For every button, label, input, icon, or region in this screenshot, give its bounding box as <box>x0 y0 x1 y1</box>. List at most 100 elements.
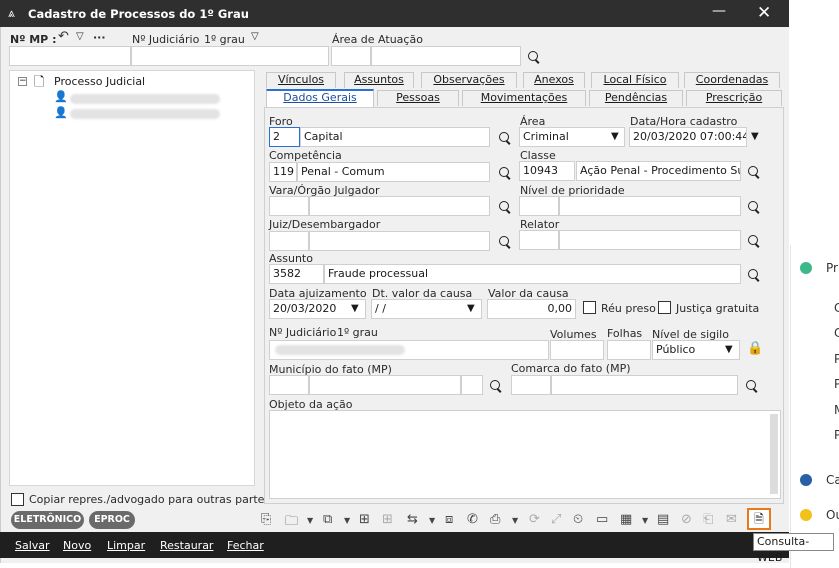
chevron-down-icon[interactable]: ▽ <box>76 30 84 44</box>
foro-code-input[interactable]: 2 <box>269 127 300 147</box>
limpar-button[interactable]: Limpar <box>107 539 145 552</box>
area-atuacao-code-input[interactable] <box>331 46 371 66</box>
juiz-name-input[interactable] <box>309 231 490 251</box>
novo-button[interactable]: Novo <box>63 539 91 552</box>
tree-root-label[interactable]: Processo Judicial <box>54 75 145 88</box>
calendar-icon[interactable]: ▦ <box>620 512 632 527</box>
eproc-badge[interactable]: EPROC <box>89 511 135 529</box>
chevron-down-icon[interactable]: ▼ <box>467 303 475 314</box>
main-window: Nº MP : ↶ ▽ ··· Nº Judiciário 1º grau ▽ … <box>0 27 789 563</box>
tab-pessoas[interactable]: Pessoas <box>377 90 459 106</box>
folder-icon[interactable]: 🗀 <box>285 512 298 534</box>
collapse-icon[interactable]: − <box>18 77 27 86</box>
chevron-down-icon[interactable]: ▼ <box>344 516 350 525</box>
classe-name-input[interactable]: Ação Penal - Procedimento Sum <box>576 161 741 181</box>
tab-assuntos[interactable]: Assuntos <box>344 72 414 88</box>
area-atuacao-input[interactable] <box>371 46 521 66</box>
nivel-prioridade-code-input[interactable] <box>519 196 559 216</box>
printer-icon[interactable]: ⎙ <box>490 512 500 527</box>
chevron-down-icon[interactable]: ▼ <box>751 131 759 142</box>
njud-header-input[interactable] <box>131 46 329 66</box>
chevron-down-icon[interactable]: ▼ <box>725 344 733 355</box>
search-icon[interactable] <box>489 379 503 393</box>
hierarchy-icon[interactable]: ⧉ <box>323 512 332 527</box>
municipio-code-input[interactable] <box>269 375 309 395</box>
objeto-textarea[interactable] <box>269 410 781 499</box>
chevron-down-icon[interactable]: ▼ <box>512 516 518 525</box>
search-icon[interactable] <box>747 234 761 248</box>
tab-prescricao[interactable]: Prescrição <box>686 90 782 106</box>
search-icon[interactable] <box>498 166 512 180</box>
classe-code-input[interactable]: 10943 <box>519 161 575 181</box>
copiar-checkbox[interactable] <box>11 493 24 506</box>
calendar-add-icon[interactable]: ▤ <box>657 512 669 527</box>
add-document-icon[interactable]: ⎘ <box>261 512 271 527</box>
restaurar-button[interactable]: Restaurar <box>160 539 213 552</box>
chevron-down-icon[interactable]: ▽ <box>251 30 259 44</box>
folhas-input[interactable] <box>607 340 651 360</box>
tab-vinculos[interactable]: Vínculos <box>266 72 336 88</box>
chevron-down-icon[interactable]: ▼ <box>642 516 648 525</box>
link-icon[interactable]: ⊞ <box>359 512 370 527</box>
textarea-scrollbar[interactable] <box>770 414 778 494</box>
chevron-down-icon[interactable]: ▼ <box>429 516 435 525</box>
tab-movimentacoes[interactable]: Movimentações <box>462 90 586 106</box>
competencia-name-input[interactable]: Penal - Comum <box>297 162 490 182</box>
tree-child-blurred[interactable] <box>70 109 220 119</box>
screen-icon[interactable]: ▭ <box>596 512 608 527</box>
fechar-button[interactable]: Fechar <box>227 539 264 552</box>
comarca-name-input[interactable] <box>551 375 738 395</box>
search-icon[interactable] <box>498 131 512 145</box>
minimize-button[interactable]: — <box>712 3 726 19</box>
tab-pendencias[interactable]: Pendências <box>589 90 683 106</box>
search-icon[interactable] <box>527 50 541 64</box>
vara-name-input[interactable] <box>309 196 490 216</box>
municipio-name-input[interactable] <box>309 375 461 395</box>
assunto-code-input[interactable]: 3582 <box>269 264 324 284</box>
juiz-code-input[interactable] <box>269 231 309 251</box>
close-button[interactable]: ✕ <box>757 3 771 23</box>
tab-local-fisico[interactable]: Local Físico <box>591 72 679 88</box>
volumes-input[interactable] <box>550 340 604 360</box>
reu-preso-checkbox[interactable] <box>583 301 596 314</box>
copy-icon[interactable]: ⧈ <box>445 512 453 527</box>
area-select[interactable]: Criminal <box>519 127 625 147</box>
transfer-icon[interactable]: ⇆ <box>407 512 418 527</box>
eletronico-badge[interactable]: ELETRÔNICO <box>11 511 84 529</box>
dt-valor-input[interactable]: / / <box>371 299 482 319</box>
data-cadastro-input[interactable]: 20/03/2020 07:00:44 AM <box>629 127 747 147</box>
phone-icon[interactable]: ✆ <box>467 512 478 527</box>
tab-anexos[interactable]: Anexos <box>523 72 585 88</box>
chevron-down-icon[interactable]: ▼ <box>351 303 359 314</box>
assunto-name-input[interactable]: Fraude processual <box>324 264 741 284</box>
relator-code-input[interactable] <box>519 230 559 250</box>
consulta-web-button[interactable]: 🗎 <box>747 508 771 530</box>
chevron-down-icon[interactable]: ▼ <box>307 516 313 525</box>
valor-causa-input[interactable]: 0,00 <box>487 299 576 319</box>
chevron-down-icon[interactable]: ▼ <box>611 131 619 142</box>
search-icon[interactable] <box>498 235 512 249</box>
schedule-icon[interactable]: ⏲ <box>573 512 583 527</box>
tree-child-blurred[interactable] <box>70 94 220 104</box>
justica-gratuita-checkbox[interactable] <box>658 301 671 314</box>
undo-icon[interactable]: ↶ <box>58 30 69 44</box>
search-icon[interactable] <box>747 268 761 282</box>
relator-name-input[interactable] <box>559 230 741 250</box>
legend-label-2: Ca <box>826 473 839 487</box>
comarca-code-input[interactable] <box>511 375 551 395</box>
tab-dados-gerais[interactable]: Dados Gerais <box>266 89 374 108</box>
search-icon[interactable] <box>745 379 759 393</box>
tab-observacoes[interactable]: Observações <box>421 72 517 88</box>
competencia-code-input[interactable]: 119 <box>269 162 297 182</box>
tab-coordenadas[interactable]: Coordenadas <box>684 72 780 88</box>
vara-code-input[interactable] <box>269 196 309 216</box>
foro-name-input[interactable]: Capital <box>300 127 490 147</box>
search-icon[interactable] <box>747 165 761 179</box>
salvar-button[interactable]: Salvar <box>15 539 50 552</box>
nivel-prioridade-input[interactable] <box>559 196 741 216</box>
search-icon[interactable] <box>747 200 761 214</box>
search-icon[interactable] <box>498 200 512 214</box>
mp-input[interactable] <box>9 46 131 66</box>
more-icon[interactable]: ··· <box>93 31 106 44</box>
municipio-uf-input[interactable] <box>461 375 483 395</box>
